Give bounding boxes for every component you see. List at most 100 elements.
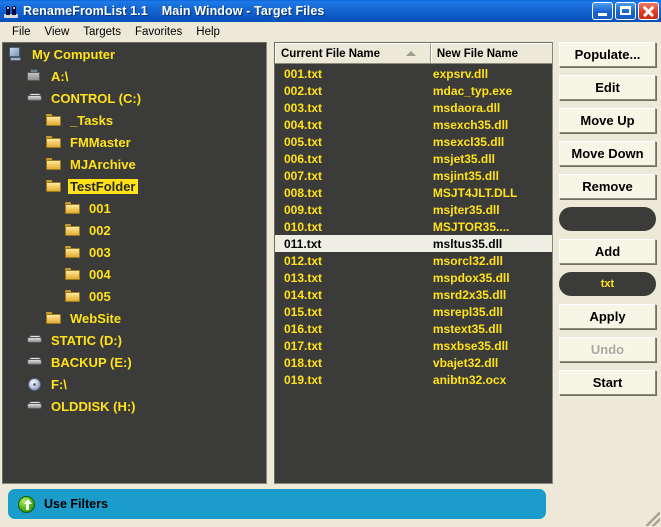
column-header-current-file-name[interactable]: Current File Name [275,43,431,63]
tree-item-label: FMMaster [70,134,131,150]
menu-help[interactable]: Help [189,25,227,39]
action-button-column: Populate... Edit Move Up Move Down Remov… [559,42,658,403]
folder-icon [64,244,82,260]
apply-button[interactable]: Apply [559,304,656,329]
cell-new-file-name: expsrv.dll [432,66,489,81]
menu-view[interactable]: View [38,25,77,39]
file-list-row[interactable]: 003.txt msdaora.dll [275,99,552,116]
file-list-panel[interactable]: Current File Name New File Name 001.txt e… [274,42,553,484]
cell-current-file-name: 008.txt [284,185,323,200]
folder-icon [45,310,63,326]
tree-item-label: 001 [89,200,111,216]
harddisk-icon [26,90,44,106]
file-list-row[interactable]: 006.txt msjet35.dll [275,150,552,167]
empty-pill-field[interactable] [559,207,656,231]
folder-tree-panel[interactable]: My Computer A:\ CONTROL (C:) _Tasks FMMaster… [2,42,267,484]
cell-new-file-name: msexcl35.dll [432,134,505,149]
menu-bar: File View Targets Favorites Help [0,22,661,41]
folder-icon [45,112,63,128]
tree-item[interactable]: OLDDISK (H:) [3,395,266,417]
column-header-new-file-name[interactable]: New File Name [430,43,552,63]
tree-item-label: F:\ [51,376,67,392]
move-up-button[interactable]: Move Up [559,108,656,133]
tree-item[interactable]: 005 [3,285,266,307]
file-list-row[interactable]: 001.txt expsrv.dll [275,65,552,82]
file-list-row[interactable]: 004.txt msexch35.dll [275,116,552,133]
tree-item[interactable]: 001 [3,197,266,219]
cell-new-file-name: anibtn32.ocx [432,372,507,387]
remove-button[interactable]: Remove [559,174,656,199]
tree-item[interactable]: TestFolder [3,175,266,197]
start-button[interactable]: Start [559,370,656,395]
maximize-button[interactable] [615,2,636,20]
cell-current-file-name: 004.txt [284,117,323,132]
file-list-row[interactable]: 012.txt msorcl32.dll [275,252,552,269]
file-list-row[interactable]: 019.txt anibtn32.ocx [275,371,552,388]
cell-current-file-name: 003.txt [284,100,323,115]
cell-current-file-name: 005.txt [284,134,323,149]
file-list-row[interactable]: 017.txt msxbse35.dll [275,337,552,354]
harddisk-icon [26,398,44,414]
harddisk-icon [26,332,44,348]
minimize-button[interactable] [592,2,613,20]
tree-item[interactable]: FMMaster [3,131,266,153]
column-header-current-label: Current File Name [281,47,381,60]
tree-item[interactable]: BACKUP (E:) [3,351,266,373]
move-down-button[interactable]: Move Down [559,141,656,166]
cell-current-file-name: 013.txt [284,270,323,285]
cell-current-file-name: 014.txt [284,287,323,302]
file-list-row[interactable]: 010.txt MSJTOR35.... [275,218,552,235]
floppy-icon [26,68,44,84]
cell-current-file-name: 018.txt [284,355,323,370]
file-list-row[interactable]: 015.txt msrepl35.dll [275,303,552,320]
cell-new-file-name: mdac_typ.exe [432,83,513,98]
tree-item[interactable]: MJArchive [3,153,266,175]
edit-button[interactable]: Edit [559,75,656,100]
menu-targets[interactable]: Targets [76,25,128,39]
menu-file[interactable]: File [5,25,38,39]
cell-new-file-name: msjint35.dll [432,168,499,183]
cell-current-file-name: 016.txt [284,321,323,336]
cell-new-file-name: MSJTOR35.... [432,219,510,234]
cell-new-file-name: msltus35.dll [432,236,503,251]
file-list-row[interactable]: 008.txt MSJT4JLT.DLL [275,184,552,201]
tree-item[interactable]: CONTROL (C:) [3,87,266,109]
add-button[interactable]: Add [559,239,656,264]
tree-item[interactable]: 003 [3,241,266,263]
tree-item-label: 005 [89,288,111,304]
folder-icon [64,266,82,282]
file-list-row[interactable]: 018.txt vbajet32.dll [275,354,552,371]
file-list-row[interactable]: 016.txt mstext35.dll [275,320,552,337]
tree-item[interactable]: 004 [3,263,266,285]
tree-item[interactable]: STATIC (D:) [3,329,266,351]
use-filters-bar[interactable]: Use Filters [8,489,546,519]
tree-item[interactable]: My Computer [3,43,266,65]
file-list-row[interactable]: 014.txt msrd2x35.dll [275,286,552,303]
resize-grip[interactable] [646,512,660,526]
cell-current-file-name: 009.txt [284,202,323,217]
tree-item[interactable]: 002 [3,219,266,241]
tree-item[interactable]: A:\ [3,65,266,87]
close-button[interactable] [638,2,659,20]
file-list-row[interactable]: 011.txt msltus35.dll [275,235,552,252]
file-list-row[interactable]: 002.txt mdac_typ.exe [275,82,552,99]
tree-item-label: 002 [89,222,111,238]
cell-new-file-name: mstext35.dll [432,321,503,336]
extension-pill-field[interactable]: txt [559,272,656,296]
tree-item-label: 003 [89,244,111,260]
cell-current-file-name: 001.txt [284,66,323,81]
file-list-row[interactable]: 013.txt mspdox35.dll [275,269,552,286]
file-list-row[interactable]: 007.txt msjint35.dll [275,167,552,184]
tree-item[interactable]: WebSite [3,307,266,329]
tree-item[interactable]: F:\ [3,373,266,395]
window-subtitle: Main Window - Target Files [161,4,325,18]
file-list-row[interactable]: 009.txt msjter35.dll [275,201,552,218]
cell-current-file-name: 011.txt [284,236,322,251]
cell-current-file-name: 010.txt [284,219,323,234]
app-title: RenameFromList 1.1 [23,4,148,18]
cell-new-file-name: msrd2x35.dll [432,287,507,302]
file-list-row[interactable]: 005.txt msexcl35.dll [275,133,552,150]
populate-button[interactable]: Populate... [559,42,656,67]
tree-item[interactable]: _Tasks [3,109,266,131]
menu-favorites[interactable]: Favorites [128,25,189,39]
